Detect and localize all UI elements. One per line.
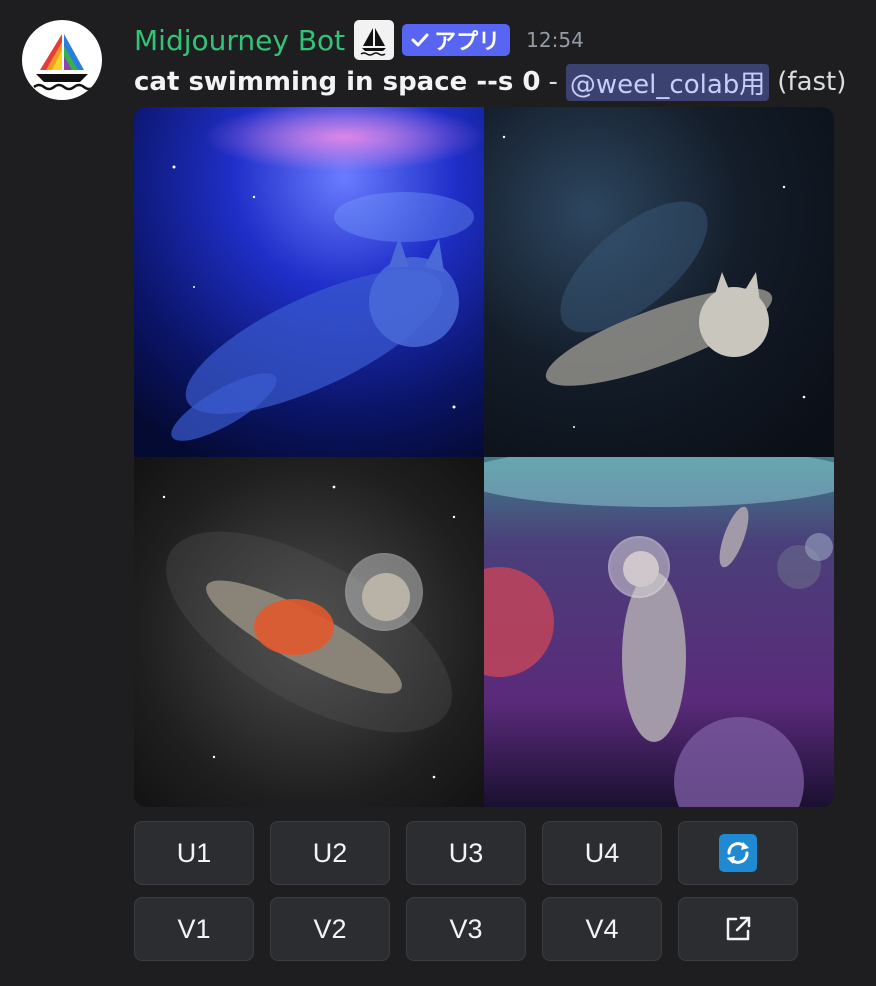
v2-button[interactable]: V2 (270, 897, 390, 961)
image-cat-purple-planets[interactable] (484, 457, 834, 807)
prompt-text: cat swimming in space --s 0 (134, 67, 541, 97)
u2-button[interactable]: U2 (270, 821, 390, 885)
image-grid[interactable] (134, 107, 834, 807)
external-link-icon (726, 916, 751, 941)
v1-button[interactable]: V1 (134, 897, 254, 961)
author-name[interactable]: Midjourney Bot (134, 24, 345, 57)
image-cat-astronaut-helmet[interactable] (134, 457, 484, 807)
open-web-button[interactable] (678, 897, 798, 961)
v4-button[interactable]: V4 (542, 897, 662, 961)
variation-button-row: V1 V2 V3 V4 (134, 897, 798, 961)
v3-button[interactable]: V3 (406, 897, 526, 961)
image-cat-blue-nebula[interactable] (134, 107, 484, 457)
u1-button[interactable]: U1 (134, 821, 254, 885)
u3-button[interactable]: U3 (406, 821, 526, 885)
speed-label: (fast) (777, 67, 847, 97)
sailboat-icon (354, 20, 395, 60)
bot-avatar[interactable] (22, 20, 102, 100)
user-mention[interactable]: @weel_colab用 (565, 63, 770, 101)
u4-button[interactable]: U4 (542, 821, 662, 885)
app-badge-label: アプリ (434, 30, 501, 55)
upscale-button-row: U1 U2 U3 U4 (134, 821, 798, 885)
message-content: cat swimming in space --s 0 - @weel_cola… (134, 62, 846, 102)
separator: - (548, 67, 558, 97)
message-header: Midjourney Bot アプリ 12:54 (134, 18, 584, 62)
reroll-button[interactable] (678, 821, 798, 885)
app-badge: アプリ (402, 24, 511, 56)
refresh-icon (719, 834, 757, 872)
timestamp[interactable]: 12:54 (526, 28, 584, 52)
sailboat-logo-icon (33, 34, 95, 91)
checkmark-icon (411, 33, 429, 47)
image-cat-dark-space[interactable] (484, 107, 834, 457)
